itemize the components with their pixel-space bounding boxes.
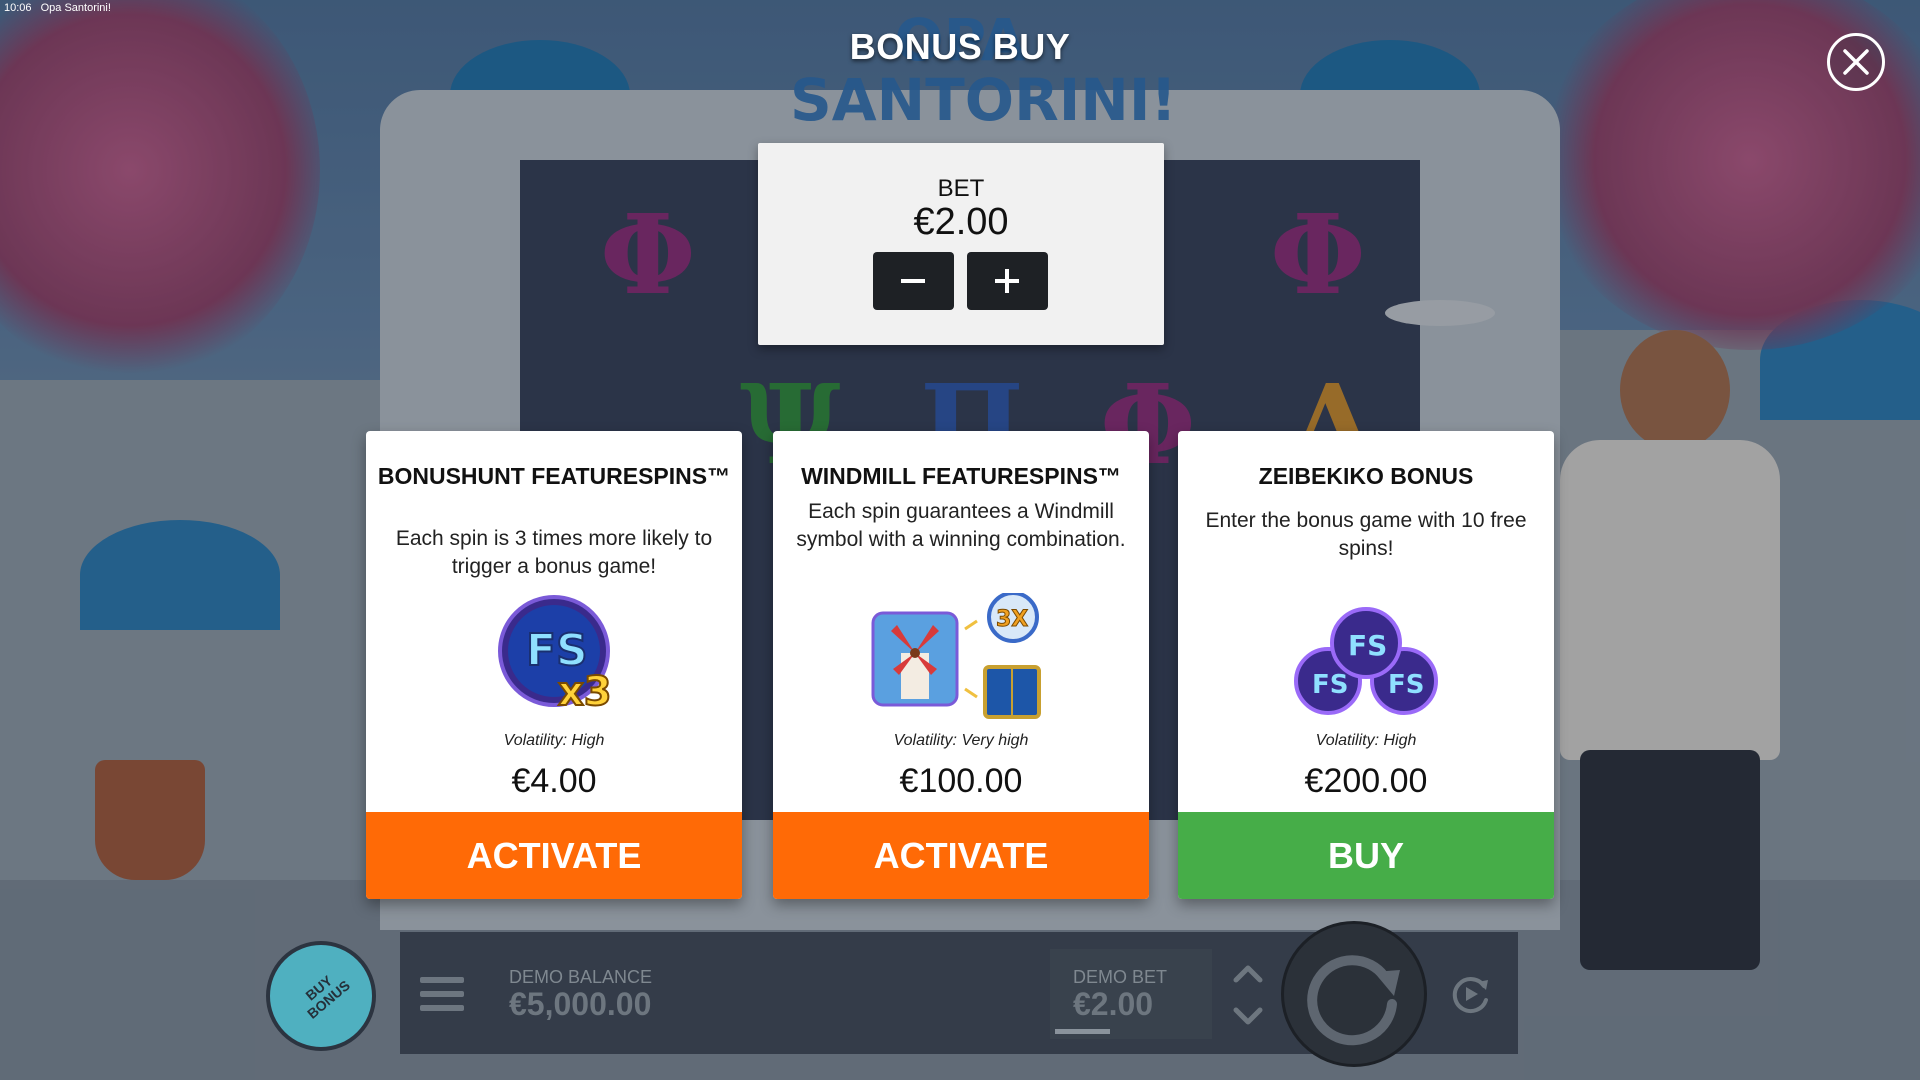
- status-bar: 10:06 Opa Santorini!: [4, 2, 117, 14]
- card-description: Enter the bonus game with 10 free spins!: [1205, 509, 1527, 560]
- demo-bet-label: DEMO BET: [1073, 967, 1168, 987]
- chevron-up-down-icon[interactable]: [1228, 960, 1268, 1032]
- minus-icon: [901, 279, 925, 283]
- demo-bet-value: €2.00: [1073, 986, 1154, 1022]
- buy-button[interactable]: BUY: [1178, 812, 1554, 899]
- app-title: Opa Santorini!: [40, 2, 111, 14]
- windmill-icon: 3X: [871, 593, 1041, 719]
- close-icon: [1843, 49, 1869, 75]
- bet-value: €2.00: [913, 201, 1009, 243]
- volatility-label: Volatility: High: [1315, 732, 1417, 749]
- svg-text:FS: FS: [1388, 670, 1425, 700]
- increase-bet-button[interactable]: [967, 252, 1048, 310]
- bet-level-indicator: [1055, 1029, 1110, 1034]
- price-label: €4.00: [511, 762, 597, 800]
- bet-selector: BET €2.00: [758, 143, 1164, 345]
- balance-value: €5,000.00: [509, 986, 652, 1022]
- decrease-bet-button[interactable]: [873, 252, 954, 310]
- close-button[interactable]: [1827, 33, 1885, 91]
- hamburger-menu-icon[interactable]: [420, 975, 466, 1015]
- fs-coins-icon: FS FS FS: [1294, 607, 1438, 715]
- volatility-label: Volatility: Very high: [893, 732, 1029, 749]
- bonus-card-windmill: WINDMILL FEATURESPINS™ Each spin guarant…: [773, 431, 1149, 899]
- spin-icon: [1307, 955, 1400, 1046]
- price-label: €200.00: [1304, 762, 1428, 800]
- buy-bonus-label: BUY BONUS: [302, 972, 354, 1022]
- clock: 10:06: [4, 2, 32, 14]
- dialog-title: BONUS BUY: [849, 26, 1071, 67]
- balance-label: DEMO BALANCE: [509, 967, 653, 987]
- card-description: Each spin is 3 times more likely to trig…: [395, 527, 713, 578]
- svg-text:FS: FS: [1312, 670, 1349, 700]
- fs-x3-icon: FS x3: [498, 595, 613, 716]
- volatility-label: Volatility: High: [503, 732, 605, 749]
- bonus-card-bonushunt: BONUSHUNT FEATURESPINS™ Each spin is 3 t…: [366, 431, 742, 899]
- activate-button[interactable]: ACTIVATE: [366, 812, 742, 899]
- bonus-card-zeibekiko: ZEIBEKIKO BONUS Enter the bonus game wit…: [1178, 431, 1554, 899]
- card-title: BONUSHUNT FEATURESPINS™: [377, 463, 731, 489]
- spin-button[interactable]: [1281, 921, 1427, 1067]
- svg-text:x3: x3: [558, 669, 612, 715]
- svg-text:3X: 3X: [996, 607, 1028, 632]
- svg-text:FS: FS: [1348, 629, 1387, 662]
- card-title: ZEIBEKIKO BONUS: [1258, 463, 1474, 489]
- autoplay-icon[interactable]: [1448, 972, 1492, 1016]
- bet-label: BET: [937, 175, 985, 202]
- card-description: Each spin guarantees a Windmill symbol w…: [796, 500, 1126, 551]
- buy-bonus-button[interactable]: BUY BONUS: [266, 941, 376, 1051]
- price-label: €100.00: [899, 762, 1023, 800]
- plus-icon: [995, 269, 1019, 293]
- card-title: WINDMILL FEATURESPINS™: [801, 463, 1121, 489]
- activate-button[interactable]: ACTIVATE: [773, 812, 1149, 899]
